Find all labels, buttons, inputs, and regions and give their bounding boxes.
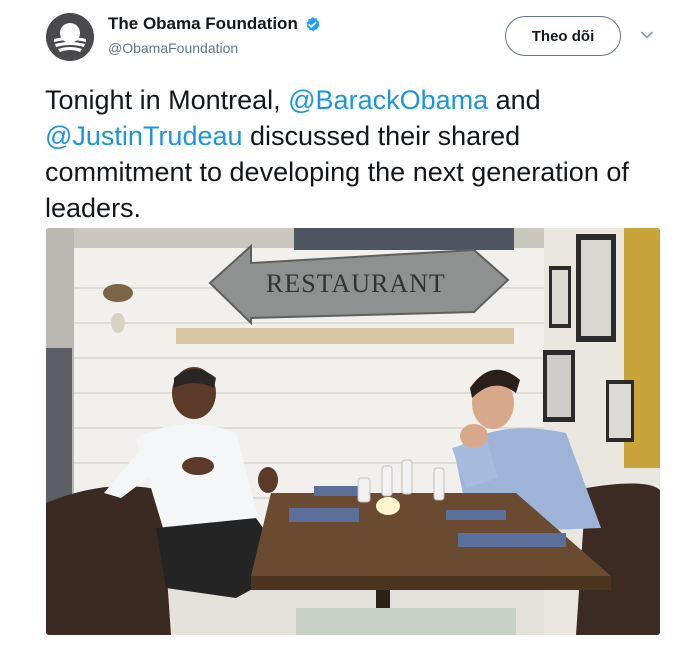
avatar[interactable] (46, 13, 94, 61)
tweet-text-mid: and (488, 85, 541, 115)
mention-justintrudeau[interactable]: @JustinTrudeau (45, 121, 243, 151)
follow-button[interactable]: Theo dõi (505, 16, 621, 56)
verified-badge-icon (304, 16, 321, 33)
tweet-text-prefix: Tonight in Montreal, (45, 85, 289, 115)
restaurant-photo: RESTAURANT (46, 228, 660, 635)
account-handle[interactable]: @ObamaFoundation (108, 40, 238, 56)
obama-foundation-logo-icon (46, 13, 94, 61)
tweet-text: Tonight in Montreal, @BarackObama and @J… (45, 82, 645, 226)
tweet-photo[interactable]: RESTAURANT (46, 228, 660, 635)
mention-barackobama[interactable]: @BarackObama (288, 85, 488, 115)
account-name-row: The Obama Foundation (108, 14, 321, 34)
tweet-card: The Obama Foundation @ObamaFoundation Th… (0, 0, 700, 651)
display-name[interactable]: The Obama Foundation (108, 14, 298, 34)
chevron-down-icon[interactable] (640, 28, 654, 42)
restaurant-sign-text: RESTAURANT (266, 269, 446, 298)
